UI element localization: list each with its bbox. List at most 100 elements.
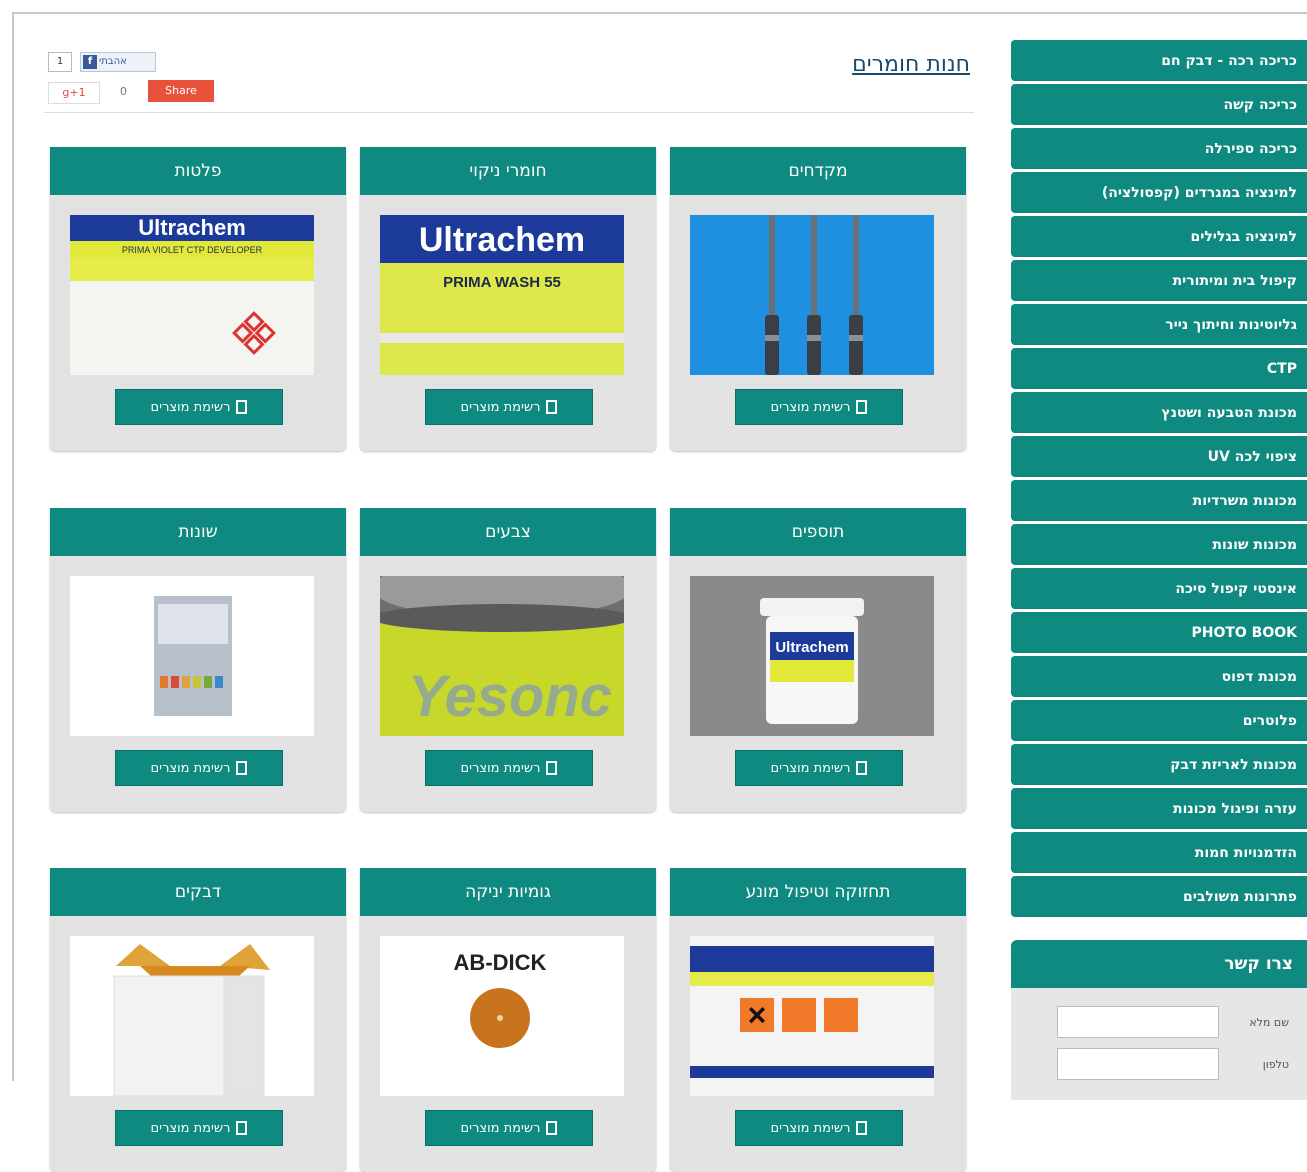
sidebar-item[interactable]: מכונות לאריזת דבק — [1011, 744, 1307, 785]
contact-body: שם מלא טלפון — [1011, 988, 1307, 1100]
product-card-title[interactable]: חומרי ניקוי — [360, 147, 656, 195]
product-list-button[interactable]: רשימת מוצרים — [115, 1110, 283, 1146]
sidebar-item[interactable]: אינסטי קיפול סיכה — [1011, 568, 1307, 609]
product-list-button[interactable]: רשימת מוצרים — [115, 389, 283, 425]
product-card-title[interactable]: דבקים — [50, 868, 346, 916]
product-card-title[interactable]: צבעים — [360, 508, 656, 556]
product-image[interactable]: × — [690, 936, 934, 1096]
product-card: תחזוקה וטיפול מונע × רשימת מוצרים — [670, 868, 966, 1172]
document-icon — [856, 1121, 868, 1135]
svg-text:PRIMA WASH 55: PRIMA WASH 55 — [443, 274, 561, 291]
name-label: שם מלא — [1249, 1015, 1289, 1029]
product-card: צבעים Yesonc רשימת מוצרים — [360, 508, 656, 812]
document-icon — [856, 761, 868, 775]
product-card: שונות רשימת מוצרים — [50, 508, 346, 812]
product-list-button[interactable]: רשימת מוצרים — [735, 750, 903, 786]
product-card: מקדחים רשימת מוצרים — [670, 147, 966, 451]
product-list-label: רשימת מוצרים — [460, 399, 541, 415]
document-icon — [546, 761, 558, 775]
sidebar-item[interactable]: פלוטרים — [1011, 700, 1307, 741]
product-list-label: רשימת מוצרים — [460, 1120, 541, 1136]
facebook-icon: f — [83, 55, 97, 69]
sidebar-menu: כריכה רכה - דבק חם כריכה קשה כריכה ספירלה ל… — [1011, 40, 1307, 917]
product-list-label: רשימת מוצרים — [460, 760, 541, 776]
svg-text:×: × — [748, 997, 767, 1033]
product-list-button[interactable]: רשימת מוצרים — [425, 1110, 593, 1146]
sidebar-item[interactable]: ציפוי לכה UV — [1011, 436, 1307, 477]
sidebar-item[interactable]: CTP — [1011, 348, 1307, 389]
sidebar-item[interactable]: גליוטינות וחיתוך נייר — [1011, 304, 1307, 345]
product-image[interactable]: AB-DICK — [380, 936, 624, 1096]
product-card: תוספים Ultrachem רשימת מוצרים — [670, 508, 966, 812]
product-list-button[interactable]: רשימת מוצרים — [735, 1110, 903, 1146]
product-image[interactable]: Ultrachem — [690, 576, 934, 736]
sidebar-item[interactable]: הזדמנויות חמות — [1011, 832, 1307, 873]
svg-text:PRIMA VIOLET CTP DEVELOPER: PRIMA VIOLET CTP DEVELOPER — [122, 245, 263, 255]
sidebar-item[interactable]: כריכה קשה — [1011, 84, 1307, 125]
document-icon — [236, 400, 248, 414]
fb-like-label: אהבתי — [99, 56, 127, 67]
product-list-button[interactable]: רשימת מוצרים — [425, 750, 593, 786]
document-icon — [236, 761, 248, 775]
contact-form: צרו קשר שם מלא טלפון — [1011, 940, 1307, 1100]
product-image[interactable]: Ultrachem PRIMA VIOLET CTP DEVELOPER — [70, 215, 314, 375]
product-list-button[interactable]: רשימת מוצרים — [425, 389, 593, 425]
product-card-title[interactable]: תחזוקה וטיפול מונע — [670, 868, 966, 916]
sidebar-item[interactable]: למינציה בגלילים — [1011, 216, 1307, 257]
product-image[interactable]: Yesonc — [380, 576, 624, 736]
product-list-button[interactable]: רשימת מוצרים — [115, 750, 283, 786]
sidebar-item[interactable]: כריכה רכה - דבק חם — [1011, 40, 1307, 81]
fb-like-button[interactable]: f אהבתי — [80, 52, 156, 72]
product-list-label: רשימת מוצרים — [150, 760, 231, 776]
product-card-title[interactable]: גומיות יניקה — [360, 868, 656, 916]
product-image[interactable] — [70, 936, 314, 1096]
product-image[interactable]: Ultrachem PRIMA WASH 55 — [380, 215, 624, 375]
product-list-label: רשימת מוצרים — [770, 1120, 851, 1136]
sidebar-item[interactable]: פתרונות משולבים — [1011, 876, 1307, 917]
product-card-title[interactable]: תוספים — [670, 508, 966, 556]
gplus-button[interactable]: g+1 — [48, 82, 100, 104]
product-card: חומרי ניקוי Ultrachem PRIMA WASH 55 רשימ… — [360, 147, 656, 451]
product-card: גומיות יניקה AB-DICK רשימת מוצרים — [360, 868, 656, 1172]
document-icon — [546, 1121, 558, 1135]
product-card: פלטות Ultrachem PRIMA VIOLET CTP DEVELOP… — [50, 147, 346, 451]
svg-text:Ultrachem: Ultrachem — [775, 639, 848, 656]
product-list-button[interactable]: רשימת מוצרים — [735, 389, 903, 425]
document-icon — [546, 400, 558, 414]
document-icon — [856, 400, 868, 414]
svg-text:AB-DICK: AB-DICK — [454, 950, 547, 975]
sidebar: כריכה רכה - דבק חם כריכה קשה כריכה ספירלה ל… — [1011, 40, 1307, 920]
product-list-label: רשימת מוצרים — [150, 1120, 231, 1136]
sidebar-item[interactable]: עזרה ופיגול מכונות — [1011, 788, 1307, 829]
name-row: שם מלא — [1029, 1006, 1295, 1038]
share-button[interactable]: Share — [148, 80, 214, 102]
product-image[interactable] — [690, 215, 934, 375]
product-image[interactable] — [70, 576, 314, 736]
contact-title: צרו קשר — [1011, 940, 1307, 988]
product-card-title[interactable]: שונות — [50, 508, 346, 556]
svg-text:Ultrachem: Ultrachem — [419, 221, 585, 259]
title-divider — [44, 112, 974, 113]
product-list-label: רשימת מוצרים — [770, 760, 851, 776]
phone-field[interactable] — [1057, 1048, 1219, 1080]
product-card: דבקים רשימת מוצרים — [50, 868, 346, 1172]
sidebar-item[interactable]: PHOTO BOOK — [1011, 612, 1307, 653]
fb-like-count: 1 — [48, 52, 72, 72]
sidebar-item[interactable]: מכונות שונות — [1011, 524, 1307, 565]
sidebar-item[interactable]: מכונת דפוס — [1011, 656, 1307, 697]
svg-text:Yesonc: Yesonc — [408, 664, 612, 729]
product-list-label: רשימת מוצרים — [150, 399, 231, 415]
product-card-title[interactable]: פלטות — [50, 147, 346, 195]
product-card-title[interactable]: מקדחים — [670, 147, 966, 195]
name-field[interactable] — [1057, 1006, 1219, 1038]
page-title[interactable]: חנות חומרים — [760, 52, 970, 77]
gplus-count: 0 — [120, 85, 127, 98]
sidebar-item[interactable]: למינציה במגרדים (קפסולציה) — [1011, 172, 1307, 213]
sidebar-item[interactable]: מכונות משרדיות — [1011, 480, 1307, 521]
document-icon — [236, 1121, 248, 1135]
phone-row: טלפון — [1029, 1048, 1295, 1080]
sidebar-item[interactable]: מכונת הטבעה ושטנץ — [1011, 392, 1307, 433]
sidebar-item[interactable]: קיפול בית ומיתורית — [1011, 260, 1307, 301]
sidebar-item[interactable]: כריכה ספירלה — [1011, 128, 1307, 169]
phone-label: טלפון — [1262, 1057, 1289, 1071]
